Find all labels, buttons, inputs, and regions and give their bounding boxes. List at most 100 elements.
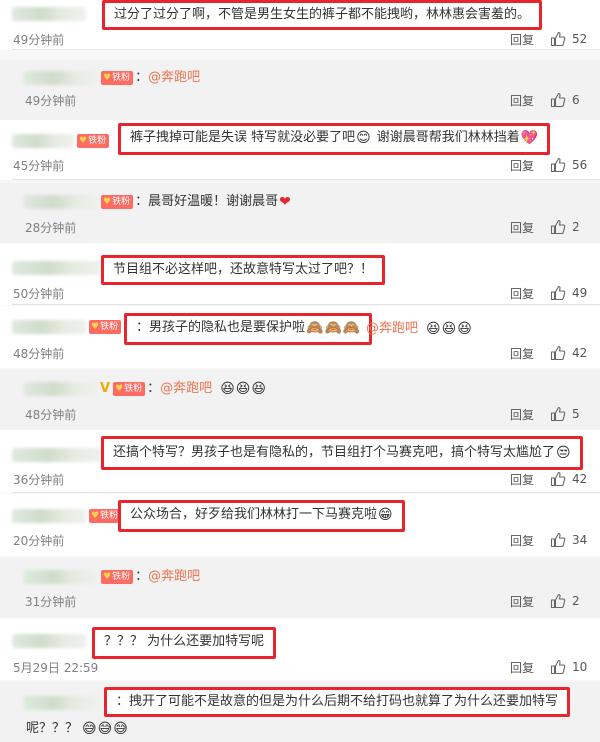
comment-time: 28分钟前 bbox=[25, 221, 77, 235]
reply-item: ♥铁粉 ：@奔跑吧 31分钟前 回复 2 bbox=[0, 558, 600, 618]
thumbs-up-icon bbox=[550, 659, 566, 675]
reply-button[interactable]: 回复 bbox=[510, 31, 534, 48]
sweat-emoji-icon: 😅 bbox=[82, 720, 97, 737]
commenter-name[interactable] bbox=[12, 630, 86, 652]
thumbs-up-icon bbox=[550, 285, 566, 301]
comment-item: 节目组不必这样吧，还故意特写太过了吧？！ 50分钟前 回复 49 bbox=[0, 243, 600, 305]
monkey-emoji-icon: 🙈 bbox=[342, 319, 361, 336]
like-button[interactable]: 10 bbox=[550, 659, 600, 675]
commenter-line: ♥铁粉 ：@奔跑吧 bbox=[24, 67, 200, 89]
comment-time: 49分钟前 bbox=[13, 33, 65, 47]
reply-button[interactable]: 回复 bbox=[510, 157, 534, 174]
laugh-emoji-icon: 😆 bbox=[441, 320, 457, 337]
like-count: 52 bbox=[572, 32, 588, 46]
thumbs-up-icon bbox=[550, 471, 566, 487]
comment-time: 20分钟前 bbox=[13, 534, 65, 548]
comment-time: 36分钟前 bbox=[13, 473, 65, 487]
like-button[interactable]: 42 bbox=[550, 345, 600, 361]
thumbs-up-icon bbox=[550, 31, 566, 47]
commenter-name[interactable] bbox=[24, 70, 98, 85]
reply-button[interactable]: 回复 bbox=[510, 219, 534, 236]
mention-link[interactable]: @奔跑吧 bbox=[160, 381, 212, 396]
monkey-emoji-icon: 🙈 bbox=[324, 319, 342, 336]
laugh-emoji-icon: 😆 bbox=[426, 320, 441, 337]
comment-text: ：男孩子的隐私也是要保护啦🙈🙈🙈 bbox=[124, 313, 373, 345]
commenter-name[interactable] bbox=[12, 257, 102, 279]
comment-time: 5月29日 22:59 bbox=[13, 661, 99, 675]
comment-text: 裤子拽掉可能是失误 特写就没必要了吧😊 谢谢晨哥帮我们林林挡着💖 bbox=[118, 123, 551, 155]
divider bbox=[12, 179, 600, 180]
comment-item: ♥铁粉 ：男孩子的隐私也是要保护啦🙈🙈🙈 @奔跑吧 😆😆😆 48分钟前 回复 42 bbox=[0, 306, 600, 368]
mention-link[interactable]: @奔跑吧 bbox=[366, 321, 418, 336]
thumbs-up-icon bbox=[550, 92, 566, 108]
sweat-emoji-icon: 😅 bbox=[97, 720, 113, 737]
like-count: 5 bbox=[572, 407, 580, 421]
comment-time: 49分钟前 bbox=[25, 94, 77, 108]
laugh-emoji-icon: 😆 bbox=[251, 380, 267, 397]
divider bbox=[12, 49, 600, 50]
commenter-line: ♥铁粉 ：晨哥好温暖！谢谢晨哥❤ bbox=[24, 191, 291, 213]
like-button[interactable]: 6 bbox=[550, 92, 600, 108]
reply-button[interactable]: 回复 bbox=[510, 285, 534, 302]
like-count: 42 bbox=[572, 472, 588, 486]
mention-link[interactable]: @奔跑吧 bbox=[148, 70, 200, 85]
fan-badge: ♥铁粉 bbox=[89, 319, 122, 334]
comment-text: ？？？ 为什么还要加特写呢 bbox=[92, 627, 277, 659]
commenter-name[interactable] bbox=[12, 444, 102, 466]
comment-text: 节目组不必这样吧，还故意特写太过了吧？！ bbox=[101, 255, 386, 285]
awkward-emoji-icon: 😒 bbox=[556, 444, 571, 461]
commenter-name[interactable] bbox=[12, 508, 86, 523]
comment-text: 晨哥好温暖！谢谢晨哥 bbox=[148, 194, 279, 209]
commenter-line: ♥铁粉 ：@奔跑吧 bbox=[24, 566, 200, 588]
fan-badge: ♥铁粉 bbox=[113, 381, 146, 396]
commenter-name[interactable] bbox=[24, 381, 98, 396]
commenter-line: ♥铁粉 bbox=[12, 316, 122, 338]
like-count: 6 bbox=[572, 93, 580, 107]
comment-item: ？？？ 为什么还要加特写呢 5月29日 22:59 回复 10 bbox=[0, 618, 600, 680]
comment-time: 48分钟前 bbox=[25, 408, 77, 422]
like-button[interactable]: 56 bbox=[550, 157, 600, 173]
like-count: 42 bbox=[572, 346, 588, 360]
reply-item: ：拽开了可能不是故意的但是为什么后期不给打码也就算了为什么还要加特写 呢？？？ 😅… bbox=[0, 682, 600, 742]
fan-badge: ♥铁粉 bbox=[77, 133, 110, 148]
reply-button[interactable]: 回复 bbox=[510, 532, 534, 549]
like-button[interactable]: 52 bbox=[550, 31, 600, 47]
thumbs-up-icon bbox=[550, 593, 566, 609]
laugh-emoji-icon: 😆 bbox=[457, 320, 472, 337]
commenter-name[interactable] bbox=[24, 692, 98, 714]
commenter-name[interactable] bbox=[12, 319, 86, 334]
like-button[interactable]: 5 bbox=[550, 406, 600, 422]
like-count: 2 bbox=[572, 594, 580, 608]
comment-text: ：拽开了可能不是故意的但是为什么后期不给打码也就算了为什么还要加特写 bbox=[104, 687, 571, 717]
commenter-name[interactable] bbox=[24, 194, 98, 209]
commenter-line: V ♥铁粉 ：@奔跑吧 😆😆😆 bbox=[24, 378, 266, 400]
comment-item: 还搞个特写？男孩子也是有隐私的，节目组打个马赛克吧，搞个特写太尴尬了😒 36分钟… bbox=[0, 430, 600, 493]
like-button[interactable]: 2 bbox=[550, 219, 600, 235]
sweat-emoji-icon: 😅 bbox=[113, 720, 128, 737]
reply-button[interactable]: 回复 bbox=[510, 659, 534, 676]
comment-text: 公众场合，好歹给我们林林打一下马赛克啦😁 bbox=[118, 500, 405, 532]
commenter-name[interactable] bbox=[24, 569, 98, 584]
fan-badge: ♥铁粉 bbox=[89, 508, 122, 523]
reply-item: ♥铁粉 ：晨哥好温暖！谢谢晨哥❤ 28分钟前 回复 2 bbox=[0, 183, 600, 243]
like-button[interactable]: 34 bbox=[550, 532, 600, 548]
comment-time: 31分钟前 bbox=[25, 595, 77, 609]
commenter-name[interactable] bbox=[12, 3, 86, 25]
laugh-emoji-icon: 😆 bbox=[220, 380, 235, 397]
reply-button[interactable]: 回复 bbox=[510, 92, 534, 109]
like-count: 56 bbox=[572, 158, 588, 172]
reply-button[interactable]: 回复 bbox=[510, 593, 534, 610]
mention-line: @奔跑吧 😆😆😆 bbox=[366, 318, 472, 340]
like-button[interactable]: 49 bbox=[550, 285, 600, 301]
like-button[interactable]: 2 bbox=[550, 593, 600, 609]
like-button[interactable]: 42 bbox=[550, 471, 600, 487]
mention-link[interactable]: @奔跑吧 bbox=[148, 569, 200, 584]
reply-button[interactable]: 回复 bbox=[510, 345, 534, 362]
thumbs-up-icon bbox=[550, 532, 566, 548]
comment-item: ♥铁粉 公众场合，好歹给我们林林打一下马赛克啦😁 20分钟前 回复 34 bbox=[0, 494, 600, 556]
laugh-emoji-icon: 😆 bbox=[235, 380, 251, 397]
monkey-emoji-icon: 🙈 bbox=[306, 319, 324, 336]
commenter-name[interactable] bbox=[12, 133, 74, 148]
reply-button[interactable]: 回复 bbox=[510, 471, 534, 488]
reply-button[interactable]: 回复 bbox=[510, 406, 534, 423]
